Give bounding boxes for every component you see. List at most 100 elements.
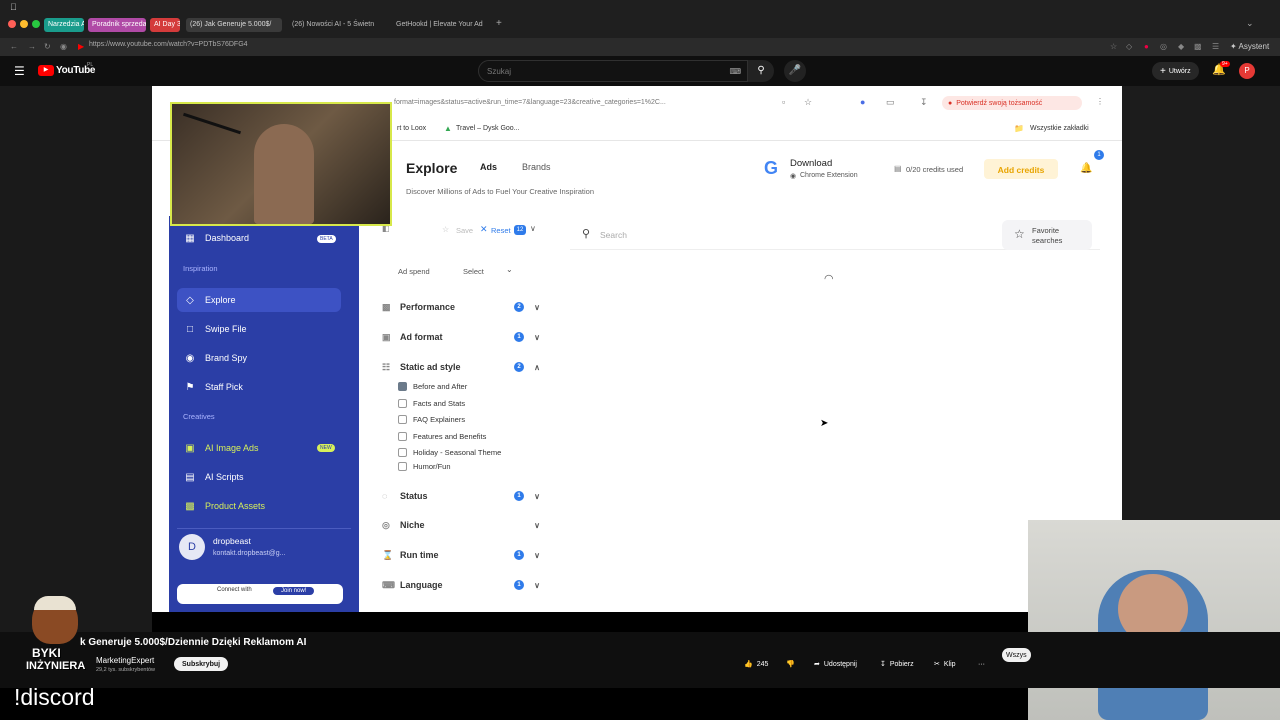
minimize-window-button[interactable] [20,20,28,28]
format-icon: ▣ [382,331,391,342]
create-label: Utwórz [1168,67,1191,75]
channel-name[interactable]: MarketingExpert [96,656,154,665]
image-icon: ▣ [185,442,195,454]
chevron-down-icon: ∨ [534,332,540,342]
tab-nowosci[interactable]: (26) Nowości AI - 5 Świetn [288,18,384,32]
youtube-region: PL [87,62,94,68]
extension-icon[interactable]: ▩ [1194,42,1202,52]
tab-poradnik[interactable]: Poradnik sprzedaz [88,18,146,32]
webcam-presenter-overlay [170,102,392,226]
dislike-button[interactable]: 👎 [778,657,803,671]
bell-icon: 🔔 [1080,163,1093,174]
tab-menu-icon[interactable]: ⌄ [1246,18,1254,29]
sidebar-item-dashboard: ▦ Dashboard [183,227,249,249]
assistant-button[interactable]: ✦ Asystent [1230,42,1269,52]
microphone-icon[interactable]: 🎤 [784,60,806,82]
option-before-after: Before and After [398,379,467,393]
folder-icon: 📁 [1014,124,1024,133]
google-drive-icon: ▲ [444,124,452,133]
clip-button[interactable]: ✂ Klip [926,657,964,671]
site-info-icon[interactable]: ◉ [60,42,67,52]
user-email: kontakt.dropbeast@g... [213,550,286,557]
chevron-down-icon: ∨ [534,550,540,560]
save-filter-button: Save [456,226,474,235]
share-label: Udostępnij [823,660,857,668]
search-icon[interactable]: ⚲ [748,60,774,82]
filter-count-badge: 2 [514,302,524,312]
bookmark-star-icon[interactable]: ☆ [1110,42,1117,52]
clip-label: Klip [943,660,956,668]
filter-count-badge: 1 [514,332,524,342]
tab-gethookd[interactable]: GetHookd | Elevate Your Ad [392,18,488,32]
new-tab-button[interactable]: + [496,18,502,29]
checkbox-checked [398,381,407,391]
all-filter-chip[interactable]: Wszys [1002,648,1031,662]
plus-icon: + [1160,65,1166,77]
filter-label: Ad format [400,332,443,342]
video-info-bar: k Generuje 5.000$/Dziennie Dzięki Reklam… [0,632,1280,688]
share-icon: ➦ [814,661,820,668]
subscribe-button[interactable]: Subskrybuj [174,657,229,671]
back-icon[interactable]: ← [10,42,18,52]
hourglass-icon: ⌛ [382,549,394,560]
option-label: FAQ Explainers [413,414,466,424]
sidebar-item-ai-scripts: ▤ AI Scripts [183,466,243,488]
filter-label: Run time [400,550,439,560]
extension-icon[interactable]: ◇ [1126,42,1132,52]
video-background-left [0,86,152,632]
inner-extension-icon: ▭ [886,97,895,107]
create-button[interactable]: + Utwórz [1152,62,1199,80]
search-input[interactable]: Szukaj ⌨ [478,60,748,82]
extension-icon[interactable]: ◆ [1178,42,1184,52]
tab-youtube-active[interactable]: (26) Jak Generuje 5.000$/ [186,18,282,32]
download-button[interactable]: ↧ Pobierz [872,657,922,671]
loading-spinner-icon: ◠ [824,273,834,285]
ad-spend-select: Select [463,267,484,276]
chrome-icon: ◉ [790,173,797,180]
maximize-window-button[interactable] [32,20,40,28]
checkbox [398,431,407,441]
app-sidebar: ▦ Dashboard BETA Inspiration ◇ Explore □ Sw… [169,216,359,612]
extension-icon[interactable]: ◎ [1160,42,1167,52]
tab-ai-day[interactable]: AI Day 3 [150,18,180,32]
chevron-down-icon: ∨ [534,580,540,590]
tab-narzedzia[interactable]: Narzedzia AI [44,18,84,32]
reload-icon[interactable]: ↻ [44,42,51,52]
forward-icon[interactable]: → [28,42,36,52]
keyboard-icon[interactable]: ⌨ [729,67,741,76]
menu-icon[interactable]: ☰ [14,64,25,78]
inner-url: format=images&status=active&run_time=7&l… [394,99,666,106]
youtube-logo-icon[interactable]: ▶ [38,65,54,76]
sidebar-divider [177,528,351,529]
niche-icon: ◎ [382,519,390,530]
apple-icon:  [10,2,17,12]
section-creatives: Creatives [183,412,215,421]
status-icon: ◌ [382,491,388,501]
diamond-icon: ◇ [186,294,194,306]
video-background-right [1122,86,1280,520]
alert-icon: ● [948,99,953,107]
favorite-searches-label: Favorite searches [1032,226,1063,245]
avatar[interactable]: P [1239,63,1255,79]
user-avatar: D [179,534,205,560]
extension-icon[interactable]: ● [1144,42,1149,52]
filter-count-badge: 1 [514,550,524,560]
more-actions-button[interactable]: ··· [970,657,993,671]
option-holiday: Holiday - Seasonal Theme [398,445,501,459]
url-field[interactable]: https://www.youtube.com/watch?v=PDTbS76D… [89,41,248,48]
option-label: Facts and Stats [413,398,466,408]
address-bar-row: ← → ↻ ◉ ▶ https://www.youtube.com/watch?… [0,38,1280,56]
bookmark-icon: □ [186,323,194,335]
like-button[interactable]: 👍 245 [736,657,776,671]
webcam-reaction-overlay [1028,520,1280,720]
share-button[interactable]: ➦ Udostępnij [806,657,865,671]
close-window-button[interactable] [8,20,16,28]
channel-logo[interactable]: BYKI INŻYNIERA [22,596,88,676]
sidebar-label: Dashboard [205,233,250,243]
extension-icon[interactable]: ☰ [1212,42,1219,52]
sidebar-label: Swipe File [205,324,247,334]
chevron-down-icon: ⌄ [506,265,513,274]
filter-label: Language [400,580,443,590]
video-title: k Generuje 5.000$/Dziennie Dzięki Reklam… [80,637,307,648]
notification-count-badge: 9+ [1220,61,1230,67]
